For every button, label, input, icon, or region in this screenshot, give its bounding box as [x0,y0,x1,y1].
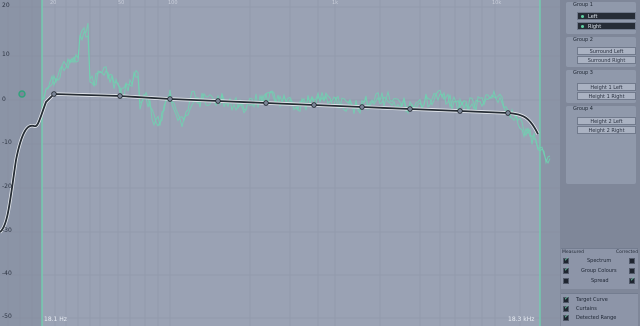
channel-surround-right-button[interactable]: Surround Right [577,56,636,64]
x-tick-label: 50 [118,0,125,6]
group-colours-corrected-checkbox[interactable] [629,268,635,274]
level-handle [18,90,26,98]
plot-canvas[interactable] [0,0,560,326]
channel-label: Surround Right [587,58,626,64]
target-curve-point [457,108,463,114]
channel-label: Surround Left [589,49,624,55]
x-tick-label: 20 [50,0,57,6]
y-tick-label: 20 [2,2,10,9]
group-2-box: Group 2 Surround Left Surround Right [566,37,636,67]
y-tick-label: -20 [2,183,12,190]
x-tick-label: 1k [332,0,339,6]
channel-label: Height 2 Left [590,119,623,125]
group-title: Group 4 [573,106,593,112]
target-curve-checkbox[interactable] [563,295,569,303]
y-tick-label: 10 [2,51,10,58]
channel-right-button[interactable]: Right [577,22,636,30]
target-curve-outline [0,92,540,234]
curtains-checkbox[interactable] [563,304,569,312]
channel-height-1-left-button[interactable]: Height 1 Left [577,83,636,91]
y-tick-label: -30 [2,227,12,234]
selected-dot-icon [581,15,584,18]
option-label: Curtains [576,306,597,312]
group-3-box: Group 3 Height 1 Left Height 1 Right [566,70,636,103]
high-frequency-limit-label: 18.3 kHz [508,316,535,323]
spread-measured-checkbox[interactable] [563,278,569,284]
option-label: Detected Range [576,315,617,321]
target-curve-point [167,96,173,102]
frequency-response-plot[interactable]: 20 10 0 -10 -20 -30 -40 -50 20 50 100 1k… [0,0,560,326]
channel-height-2-left-button[interactable]: Height 2 Left [577,117,636,125]
selected-dot-icon [581,25,584,28]
spectrum-measured-checkbox[interactable] [563,256,569,264]
group-colours-measured-checkbox[interactable] [563,266,569,274]
detected-range-checkbox[interactable] [563,313,569,321]
option-label: Spectrum [587,258,612,264]
group-1-box: Group 1 Left Right [566,2,636,34]
option-label: Spread [591,278,609,284]
channel-surround-left-button[interactable]: Surround Left [577,47,636,55]
group-4-box: Group 4 Height 2 Left Height 2 Right [566,106,636,184]
spectrum-corrected-checkbox[interactable] [629,258,635,264]
group-title: Group 2 [573,37,593,43]
channel-left-button[interactable]: Left [577,12,636,20]
option-label: Group Colours [581,268,617,274]
channel-height-1-right-button[interactable]: Height 1 Right [577,92,636,100]
curve-options-box: Target Curve Curtains Detected Range [561,293,638,326]
channel-label: Left [588,14,598,20]
channel-height-2-right-button[interactable]: Height 2 Right [577,126,636,134]
spread-corrected-checkbox[interactable] [629,276,635,284]
target-curve-point [51,91,57,97]
target-curve-point [263,100,269,106]
option-label: Target Curve [576,297,608,303]
target-curve-point [117,93,123,99]
measured-header: Measured [562,250,584,255]
group-title: Group 3 [573,70,593,76]
display-options-box: Measured Corrected Spectrum Group Colour… [561,248,638,289]
y-tick-label: -10 [2,139,12,146]
target-curve-point [359,104,365,110]
target-curve-point [407,106,413,112]
low-curtain [0,0,42,326]
x-tick-label: 10k [492,0,502,6]
group-title: Group 1 [573,2,593,8]
x-tick-label: 100 [168,0,178,6]
y-tick-label: 0 [2,96,6,103]
y-tick-label: -50 [2,313,12,320]
target-curve [0,93,539,233]
corrected-header: Corrected [616,250,639,255]
channel-label: Height 1 Right [588,94,625,100]
high-curtain [540,0,560,326]
target-curve-point [311,102,317,108]
y-tick-label: -40 [2,270,12,277]
channel-label: Right [588,24,602,30]
target-curve-point [505,110,511,116]
target-curve-point [215,98,221,104]
low-frequency-limit-label: 18.1 Hz [44,316,67,323]
channel-label: Height 1 Left [590,85,623,91]
channel-label: Height 2 Right [588,128,625,134]
